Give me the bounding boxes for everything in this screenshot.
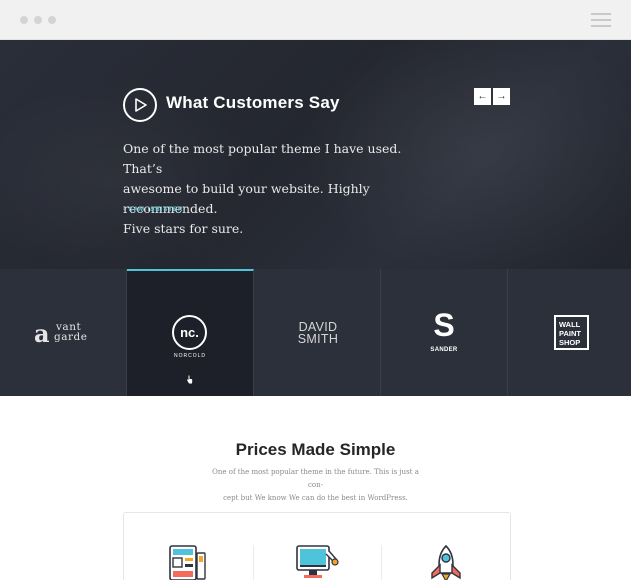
next-arrow-button[interactable]: → <box>493 88 510 105</box>
sander-logo: S <box>433 307 455 343</box>
testimonial-quote: One of the most popular theme I have use… <box>123 141 402 236</box>
logo-sander[interactable]: S SANDER <box>381 269 508 396</box>
wall-paint-shop-logo: WALL PAINT SHOP <box>554 315 589 350</box>
window-dot <box>34 16 42 24</box>
section-title: What Customers Say <box>166 93 340 112</box>
norcold-logo: nc. <box>172 315 207 350</box>
client-logos: a vant garde nc. NORCOLD DAVID SMITH S S… <box>0 269 631 396</box>
rocket-icon <box>431 545 461 580</box>
logo-norcold[interactable]: nc. NORCOLD <box>127 269 254 396</box>
play-icon[interactable] <box>123 88 157 122</box>
monitor-icon <box>296 545 339 578</box>
hamburger-icon[interactable] <box>591 13 611 27</box>
arrow-left-icon: ← <box>477 90 488 102</box>
window-dot <box>48 16 56 24</box>
pricing-title: Prices Made Simple <box>235 440 396 459</box>
david-smith-logo: DAVID SMITH <box>297 320 339 346</box>
testimonial-hero: What Customers Say ← → One of the most p… <box>0 40 631 269</box>
logo-david-smith[interactable]: DAVID SMITH <box>254 269 381 396</box>
sander-label: SANDER <box>430 347 458 353</box>
hand-cursor-icon <box>187 375 193 384</box>
divider <box>253 545 254 580</box>
logo-vant-garde[interactable]: a vant garde <box>0 269 127 396</box>
norcold-label: NORCOLD <box>173 353 206 359</box>
pricing-subtitle: One of the most popular theme in the fut… <box>212 468 419 502</box>
browser-chrome <box>0 0 631 40</box>
arrow-right-icon: → <box>496 90 507 102</box>
pricing-card <box>123 512 511 580</box>
layout-icon <box>169 545 206 580</box>
logo-wall-paint-shop[interactable]: WALL PAINT SHOP <box>508 269 631 396</box>
testimonial-author: - SAM ISBISTER <box>123 207 184 213</box>
window-dot <box>20 16 28 24</box>
divider <box>381 545 382 580</box>
prev-arrow-button[interactable]: ← <box>474 88 491 105</box>
